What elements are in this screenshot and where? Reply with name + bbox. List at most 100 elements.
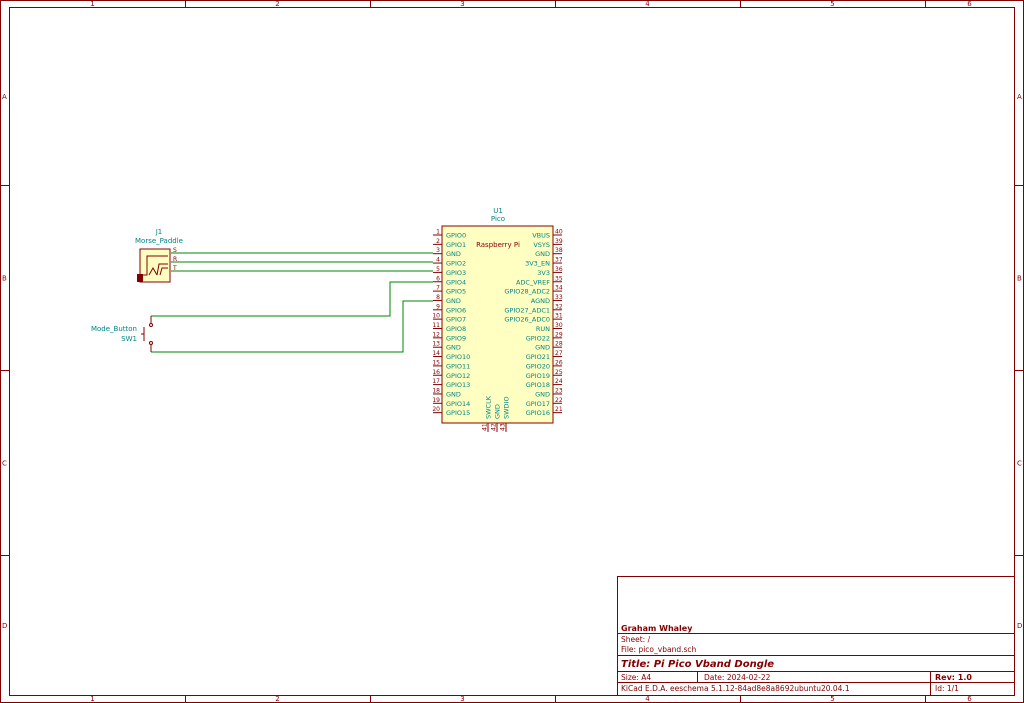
sheet-name: Sheet: / [621,635,651,644]
wires [151,252,433,353]
u1-pin-name: GPIO17 [526,400,550,408]
u1-pin-number: 27 [555,350,563,357]
u1-pin-number: 9 [436,303,440,310]
u1-pin-number: 25 [555,369,563,376]
frame-column-label: 6 [967,695,972,703]
u1-pin-number: 24 [555,378,563,385]
u1-pin-name: GPIO16 [526,409,550,417]
frame-row-label: D [2,622,7,630]
u1-pin-number: 31 [555,313,563,320]
u1-pin-name: GPIO5 [446,288,466,296]
frame-column-label: 4 [645,0,650,8]
u1-pin-name: GND [446,390,461,398]
u1-pin-name: GND [446,344,461,352]
frame-column-label: 2 [275,0,279,8]
frame-column-label: 2 [275,695,279,703]
u1-value: Pico [491,215,505,223]
u1-pin-number: 33 [555,294,563,301]
u1-pin-name: GPIO15 [446,409,470,417]
pico-microcontroller[interactable]: U1 Pico Raspberry Pi 1 GPIO02 GPIO13 GND4 GP… [432,207,563,432]
u1-pin-number: 19 [432,397,440,404]
wire-sw-gnd[interactable] [151,300,433,353]
revision: Rev: 1.0 [935,673,972,682]
company-name: Graham Whaley [621,624,693,633]
frame-row-label: A [1017,93,1022,101]
frame-row-label: B [1017,275,1022,283]
u1-body-label: Raspberry Pi [476,241,520,249]
u1-pin-number: 18 [432,387,440,394]
j1-jack-sleeve [137,274,143,282]
u1-pin-number: 38 [555,247,563,254]
sw1-value: Mode_Button [91,325,137,333]
u1-pin-name: GPIO8 [446,325,466,333]
u1-pin-number: 34 [555,285,563,292]
u1-pin-name: GPIO7 [446,316,466,324]
u1-pin-number: 32 [555,303,563,310]
u1-pin-number: 22 [555,397,563,404]
frame-column-label: 3 [460,0,464,8]
u1-pin-name: GPIO11 [446,362,470,370]
u1-pin-number: 43 [500,423,507,431]
u1-pin-number: 10 [432,313,440,320]
u1-pin-number: 42 [491,423,498,431]
u1-pin-name: GPIO4 [446,278,466,286]
u1-pin-name: GND [535,390,550,398]
u1-pin-number: 14 [432,350,440,357]
frame-column-label: 5 [830,0,834,8]
u1-pin-name: GPIO12 [446,372,470,380]
mode-button-switch[interactable]: Mode_Button SW1 [91,316,153,352]
u1-pin-name: GPIO26_ADC0 [504,316,550,324]
morse-paddle-connector[interactable]: J1 Morse_Paddle S R T [135,228,183,283]
u1-pin-name: GPIO1 [446,241,466,249]
u1-pin-number: 36 [555,266,563,273]
sheet-id: Id: 1/1 [935,684,959,693]
sw1-contact-bottom [149,341,153,345]
u1-pin-number: 37 [555,257,563,264]
u1-pin-name: GND [446,250,461,258]
u1-pin-number: 17 [432,378,440,385]
u1-pin-number: 13 [432,341,440,348]
u1-pin-number: 7 [436,285,440,292]
u1-pin-name: GPIO27_ADC1 [504,306,550,314]
frame-row-label: D [1017,622,1022,630]
u1-reference: U1 [493,207,503,215]
u1-pin-name: GPIO9 [446,334,466,342]
u1-pin-name: GPIO22 [526,334,550,342]
sheet-size: Size: A4 [621,673,651,682]
u1-pin-name: GND [535,344,550,352]
frame-column-label: 1 [90,0,94,8]
u1-pin-name: GPIO18 [526,381,550,389]
u1-pin-name: GPIO3 [446,269,466,277]
u1-pin-name: GPIO0 [446,232,466,240]
u1-pin-name: GPIO14 [446,400,470,408]
u1-pin-number: 26 [555,359,563,366]
u1-pin-number: 39 [555,238,563,245]
u1-pin-name: GPIO19 [526,372,550,380]
frame-column-label: 3 [460,695,464,703]
u1-pin-name: VSYS [533,241,550,249]
u1-pin-name: AGND [531,297,550,305]
frame-column-label: 4 [645,695,650,703]
frame-column-label: 5 [830,695,834,703]
frame-row-label: C [2,460,7,468]
u1-pin-name: GPIO13 [446,381,470,389]
u1-pin-name: SWCLK [485,395,493,419]
u1-pin-number: 28 [555,341,563,348]
u1-pin-name: GND [535,250,550,258]
u1-pin-number: 4 [436,257,440,264]
file-name: File: pico_vband.sch [621,645,696,654]
j1-reference: J1 [155,228,163,236]
u1-pin-number: 12 [432,331,440,338]
sw1-reference: SW1 [121,335,137,343]
u1-pin-name: VBUS [532,232,550,240]
u1-pin-name: GPIO21 [526,353,550,361]
frame-row-label: B [2,275,7,283]
u1-pin-number: 40 [555,229,563,236]
u1-pin-number: 2 [436,238,440,245]
u1-pin-number: 41 [482,423,489,431]
frame-column-label: 6 [967,0,972,8]
u1-pin-name: GPIO6 [446,306,466,314]
wire-sw-gpio4[interactable] [151,281,433,317]
u1-pin-name: SWDIO [503,396,511,419]
u1-pin-name: GND [446,297,461,305]
